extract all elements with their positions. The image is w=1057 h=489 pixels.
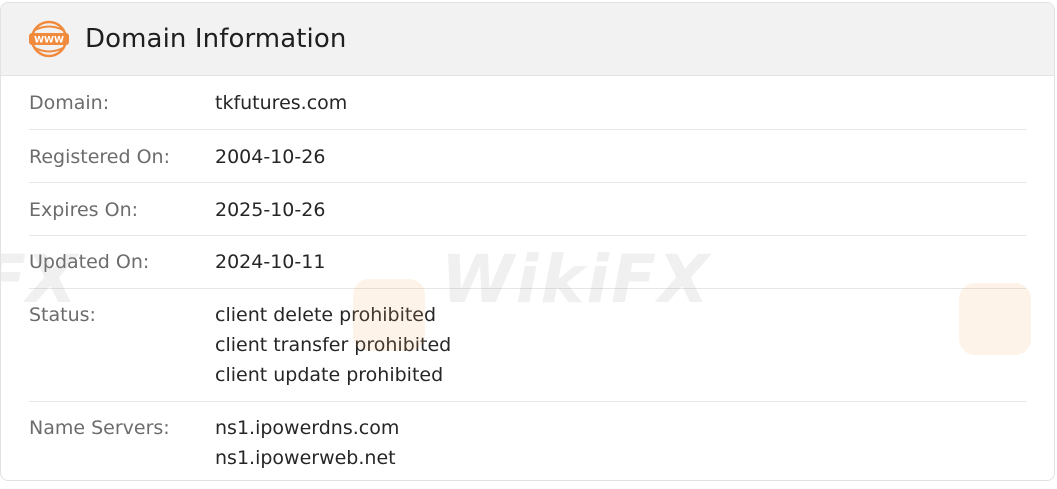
domain-information-card: WWW Domain Information Domain: tkfutures… (0, 2, 1055, 481)
row-label: Name Servers: (29, 417, 170, 439)
updated-on-value: 2024-10-11 (215, 251, 326, 273)
row-value: ns1.ipowerdns.com ns1.ipowerweb.net (215, 413, 399, 473)
status-value: client update prohibited (215, 364, 444, 386)
row-registered-on: Registered On: 2004-10-26 (29, 130, 1026, 183)
status-value: client transfer prohibited (215, 334, 452, 356)
expires-on-value: 2025-10-26 (215, 199, 326, 221)
domain-value: tkfutures.com (215, 92, 348, 114)
www-icon-text: WWW (34, 36, 64, 46)
row-value: tkfutures.com (215, 88, 347, 118)
page-title: Domain Information (85, 24, 347, 54)
row-label: Domain: (29, 92, 110, 114)
card-header: WWW Domain Information (1, 3, 1054, 76)
status-value: client delete prohibited (215, 304, 437, 326)
row-domain: Domain: tkfutures.com (29, 77, 1026, 130)
row-status: Status: client delete prohibited client … (29, 289, 1026, 402)
row-updated-on: Updated On: 2024-10-11 (29, 236, 1026, 289)
registered-on-value: 2004-10-26 (215, 146, 326, 168)
row-value: 2025-10-26 (215, 195, 325, 225)
name-server-value: ns1.ipowerdns.com (215, 417, 400, 439)
row-label: Updated On: (29, 251, 150, 273)
row-label: Expires On: (29, 199, 139, 221)
row-label: Registered On: (29, 146, 170, 168)
row-value: 2004-10-26 (215, 142, 325, 172)
row-value: 2024-10-11 (215, 247, 325, 277)
name-server-value: ns1.ipowerweb.net (215, 447, 396, 469)
row-expires-on: Expires On: 2025-10-26 (29, 183, 1026, 236)
row-value: client delete prohibited client transfer… (215, 300, 451, 390)
row-label: Status: (29, 304, 96, 326)
info-rows: Domain: tkfutures.com Registered On: 200… (1, 77, 1054, 480)
www-globe-icon: WWW (29, 20, 69, 58)
row-name-servers: Name Servers: ns1.ipowerdns.com ns1.ipow… (29, 402, 1026, 480)
